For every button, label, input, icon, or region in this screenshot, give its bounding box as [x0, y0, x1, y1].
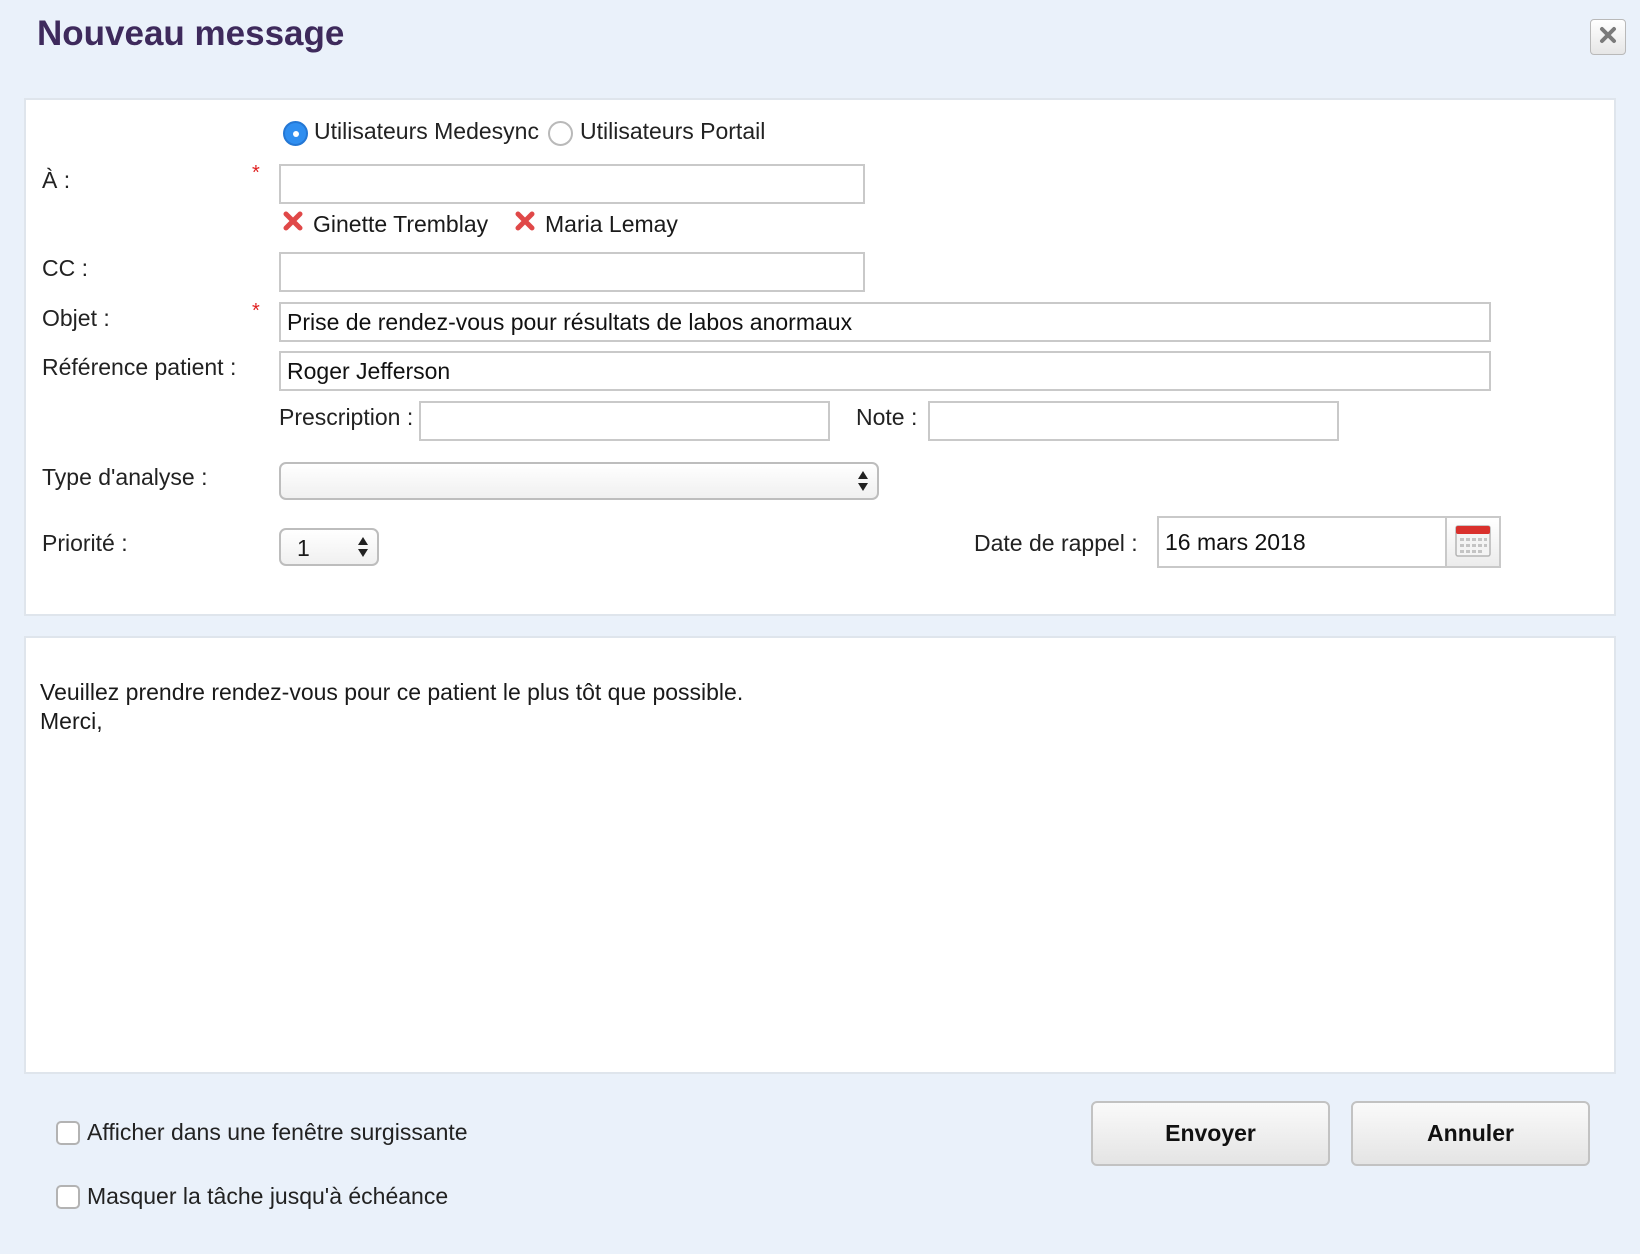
- prescription-input[interactable]: [419, 401, 830, 441]
- subject-label: Objet :: [42, 305, 110, 331]
- note-input[interactable]: [928, 401, 1339, 441]
- priority-value: 1: [297, 535, 310, 561]
- radio-medesync-users[interactable]: [283, 121, 308, 146]
- dialog-title: Nouveau message: [37, 14, 345, 53]
- recipient-chip: Ginette Tremblay: [282, 210, 488, 238]
- to-required-marker: *: [252, 162, 260, 184]
- analysis-type-select[interactable]: [279, 462, 879, 500]
- cancel-button[interactable]: Annuler: [1351, 1101, 1590, 1166]
- recipient-name: Maria Lemay: [545, 210, 678, 237]
- message-line: Merci,: [40, 708, 103, 734]
- radio-portal-users-label[interactable]: Utilisateurs Portail: [580, 118, 765, 145]
- popup-checkbox-label[interactable]: Afficher dans une fenêtre surgissante: [87, 1119, 468, 1146]
- remove-icon[interactable]: [514, 210, 536, 238]
- note-label: Note :: [856, 404, 918, 430]
- remove-icon[interactable]: [282, 210, 304, 238]
- subject-required-marker: *: [252, 300, 260, 322]
- hide-task-checkbox[interactable]: [56, 1185, 80, 1209]
- message-line: Veuillez prendre rendez-vous pour ce pat…: [40, 679, 744, 705]
- recipient-chip: Maria Lemay: [514, 210, 678, 238]
- message-body-editor[interactable]: Veuillez prendre rendez-vous pour ce pat…: [24, 636, 1616, 1074]
- recipient-name: Ginette Tremblay: [313, 210, 489, 237]
- cc-label: CC :: [42, 255, 88, 281]
- popup-checkbox[interactable]: [56, 1121, 80, 1145]
- analysis-type-label: Type d'analyse :: [42, 464, 208, 490]
- priority-label: Priorité :: [42, 530, 128, 556]
- to-label: À :: [42, 167, 71, 193]
- cc-input[interactable]: [279, 252, 865, 292]
- send-button[interactable]: Envoyer: [1091, 1101, 1330, 1166]
- radio-medesync-users-label[interactable]: Utilisateurs Medesync: [314, 118, 539, 145]
- reminder-date-label: Date de rappel :: [974, 530, 1138, 556]
- reminder-date-input[interactable]: [1157, 516, 1447, 568]
- patient-ref-input[interactable]: [279, 351, 1491, 391]
- priority-stepper[interactable]: 1: [279, 528, 379, 566]
- calendar-button[interactable]: [1445, 516, 1501, 568]
- select-arrows-icon: [857, 470, 869, 492]
- prescription-label: Prescription :: [279, 404, 414, 430]
- patient-ref-label: Référence patient :: [42, 354, 237, 380]
- message-form-panel: Utilisateurs Medesync Utilisateurs Porta…: [24, 98, 1616, 616]
- hide-task-checkbox-label[interactable]: Masquer la tâche jusqu'à échéance: [87, 1183, 448, 1210]
- message-body-text[interactable]: Veuillez prendre rendez-vous pour ce pat…: [40, 678, 743, 736]
- close-button[interactable]: [1590, 19, 1626, 55]
- close-icon: [1599, 26, 1617, 49]
- select-arrows-icon: [357, 536, 369, 558]
- subject-input[interactable]: [279, 302, 1491, 342]
- to-input[interactable]: [279, 164, 865, 204]
- calendar-icon: [1455, 523, 1491, 562]
- radio-portal-users[interactable]: [548, 121, 573, 146]
